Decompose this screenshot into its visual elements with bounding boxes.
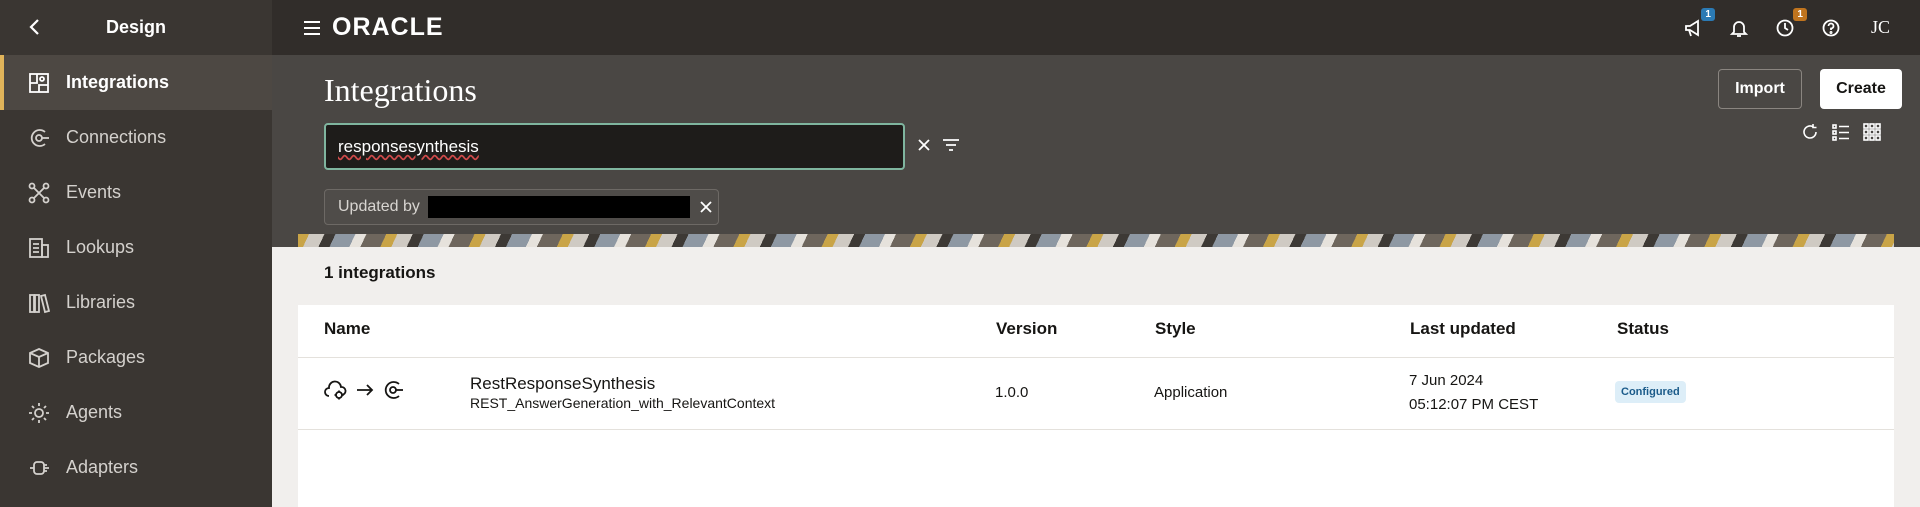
help-icon <box>1822 19 1840 36</box>
sidebar-item-label: Lookups <box>66 237 135 257</box>
events-icon <box>28 182 50 204</box>
close-icon <box>918 139 930 151</box>
column-header-name[interactable]: Name <box>324 319 370 339</box>
integration-version: 1.0.0 <box>995 384 1029 401</box>
search-value: responsesynthesis <box>338 136 479 156</box>
adapters-icon <box>28 457 50 479</box>
decorative-banner <box>298 234 1894 248</box>
user-avatar[interactable]: JC <box>1871 17 1890 38</box>
lookups-icon <box>28 237 50 259</box>
agents-icon <box>28 402 50 424</box>
remove-filter-button[interactable] <box>698 199 714 215</box>
filter-chip-label: Updated by <box>338 198 420 215</box>
sidebar-item-libraries[interactable]: Libraries <box>0 275 272 330</box>
sidebar-item-integrations[interactable]: Integrations <box>0 55 272 110</box>
hamburger-menu-icon[interactable] <box>304 20 320 35</box>
sidebar-item-label: Events <box>66 182 122 202</box>
sidebar-item-lookups[interactable]: Lookups <box>0 220 272 275</box>
sidebar-item-label: Connections <box>66 127 167 147</box>
sidebar-item-connections[interactable]: Connections <box>0 110 272 165</box>
status-badge: Configured <box>1615 381 1686 403</box>
sidebar-item-events[interactable]: Events <box>0 165 272 220</box>
libraries-icon <box>28 292 50 314</box>
sidebar-item-label: Packages <box>66 347 146 367</box>
filter-button[interactable] <box>940 135 962 155</box>
column-header-version[interactable]: Version <box>996 319 1057 339</box>
table-row[interactable]: RestResponseSynthesis REST_AnswerGenerat… <box>298 357 1894 429</box>
sidebar-item-label: Agents <box>66 402 123 422</box>
integration-name[interactable]: RestResponseSynthesis <box>470 374 655 394</box>
clear-search-button[interactable] <box>914 135 934 155</box>
chevron-left-icon <box>29 19 39 35</box>
divider <box>298 429 1894 430</box>
import-button[interactable]: Import <box>1718 69 1802 109</box>
app-trigger-icon <box>324 380 347 400</box>
activity-button[interactable]: 1 <box>1773 7 1807 40</box>
activity-badge: 1 <box>1793 7 1807 21</box>
notifications-button[interactable] <box>1727 16 1751 40</box>
search-input[interactable]: responsesynthesis <box>324 123 905 170</box>
sidebar-item-agents[interactable]: Agents <box>0 385 272 440</box>
close-icon <box>700 201 712 213</box>
arrow-right-icon <box>357 384 374 396</box>
integration-identifier: REST_AnswerGeneration_with_RelevantConte… <box>470 395 776 411</box>
help-button[interactable] <box>1819 16 1843 40</box>
back-button[interactable] <box>22 14 48 40</box>
grid-view-button[interactable] <box>1861 121 1883 143</box>
page-title: Integrations <box>324 72 477 108</box>
refresh-icon <box>1803 124 1817 139</box>
page-header: Integrations Import Create responsesynth… <box>272 55 1920 247</box>
sidebar-header: Design <box>0 0 272 55</box>
announcements-badge: 1 <box>1701 7 1715 21</box>
sidebar-item-label: Integrations <box>66 72 170 92</box>
main-content: 1 integrations Name Version Style Last u… <box>272 247 1920 507</box>
grid-view-icon <box>1863 123 1881 141</box>
list-view-icon <box>1832 124 1849 141</box>
filter-chip: Updated by <box>324 189 719 225</box>
sidebar-item-label: Adapters <box>66 457 139 477</box>
sidebar-item-packages[interactable]: Packages <box>0 330 272 385</box>
list-view-button[interactable] <box>1830 121 1852 143</box>
integrations-table: Name Version Style Last updated Status R… <box>298 305 1894 507</box>
sidebar-item-label: Libraries <box>66 292 136 312</box>
filter-icon <box>943 139 959 151</box>
connections-icon <box>28 127 50 149</box>
megaphone-icon <box>1685 18 1699 37</box>
sidebar-item-adapters[interactable]: Adapters <box>0 440 272 495</box>
redacted-value <box>427 196 690 218</box>
results-count: 1 integrations <box>324 263 436 282</box>
refresh-button[interactable] <box>1799 121 1821 143</box>
sidebar: Design Integrations Connections Events L… <box>0 0 272 507</box>
column-header-last-updated[interactable]: Last updated <box>1410 319 1516 339</box>
bell-icon <box>1729 20 1749 37</box>
column-header-status[interactable]: Status <box>1617 319 1669 339</box>
announcements-button[interactable]: 1 <box>1681 7 1715 40</box>
top-bar: ORACLE 1 1 JC <box>272 0 1920 55</box>
integration-pattern <box>324 379 404 401</box>
clock-icon <box>1776 19 1794 36</box>
column-header-style[interactable]: Style <box>1155 319 1196 339</box>
last-updated-time: 05:12:07 PM CEST <box>1409 396 1539 413</box>
packages-icon <box>28 347 50 369</box>
oracle-logo: ORACLE <box>332 13 444 41</box>
create-button[interactable]: Create <box>1820 69 1902 109</box>
integration-style: Application <box>1154 384 1228 401</box>
integrations-icon <box>28 72 50 94</box>
top-bar-actions: 1 1 JC <box>1681 0 1890 55</box>
last-updated-date: 7 Jun 2024 <box>1409 372 1484 389</box>
connection-icon <box>384 381 403 399</box>
